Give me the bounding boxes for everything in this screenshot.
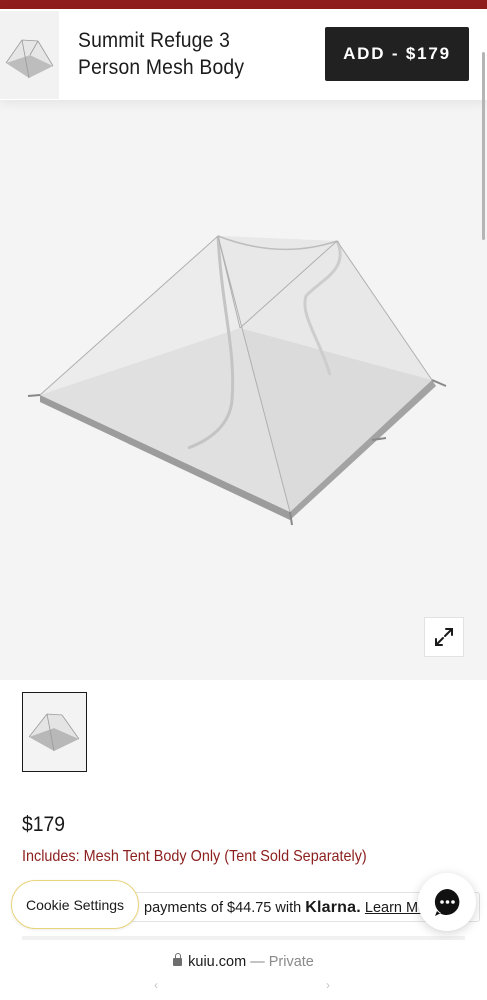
gallery-thumbnail[interactable] xyxy=(22,692,87,772)
klarna-text-line: payments of $44.75 with Klarna. Learn Mo… xyxy=(144,899,439,917)
product-page: Summit Refuge 3 Person Mesh Body ADD - $… xyxy=(0,0,487,1000)
add-to-cart-button[interactable]: ADD - $179 xyxy=(325,27,469,81)
product-includes-note: Includes: Mesh Tent Body Only (Tent Sold… xyxy=(22,848,367,865)
expand-image-button[interactable] xyxy=(424,617,464,657)
tent-thumbnail-icon xyxy=(5,39,54,79)
browser-forward-arrow[interactable]: › xyxy=(326,978,330,992)
chat-button[interactable] xyxy=(418,873,476,931)
tent-thumbnail-icon xyxy=(28,713,80,752)
page-scrollbar[interactable] xyxy=(482,52,485,240)
mesh-tent-image xyxy=(27,235,447,526)
klarna-installment-text: payments of $44.75 with xyxy=(144,900,302,916)
url-domain: kuiu.com xyxy=(188,954,247,970)
product-price: $179 xyxy=(22,813,65,836)
url-display[interactable]: kuiu.com — Private xyxy=(0,953,487,970)
expand-icon xyxy=(435,628,453,646)
sticky-add-to-cart-header: Summit Refuge 3 Person Mesh Body ADD - $… xyxy=(0,9,487,100)
brand-top-bar xyxy=(0,0,487,9)
browser-address-bar[interactable]: kuiu.com — Private ‹ › xyxy=(0,940,487,1000)
browser-nav-arrows: ‹ › xyxy=(150,978,340,992)
private-mode-label: Private xyxy=(268,954,314,970)
header-product-thumbnail xyxy=(0,11,59,99)
lock-icon xyxy=(173,953,183,966)
browser-back-arrow[interactable]: ‹ xyxy=(154,978,158,992)
klarna-logo: Klarna. xyxy=(305,899,361,916)
chat-icon xyxy=(434,889,460,916)
url-separator: — xyxy=(250,954,265,970)
cookie-settings-button[interactable]: Cookie Settings xyxy=(11,880,139,929)
header-product-title: Summit Refuge 3 Person Mesh Body xyxy=(78,29,245,79)
product-hero-image[interactable] xyxy=(0,100,487,680)
